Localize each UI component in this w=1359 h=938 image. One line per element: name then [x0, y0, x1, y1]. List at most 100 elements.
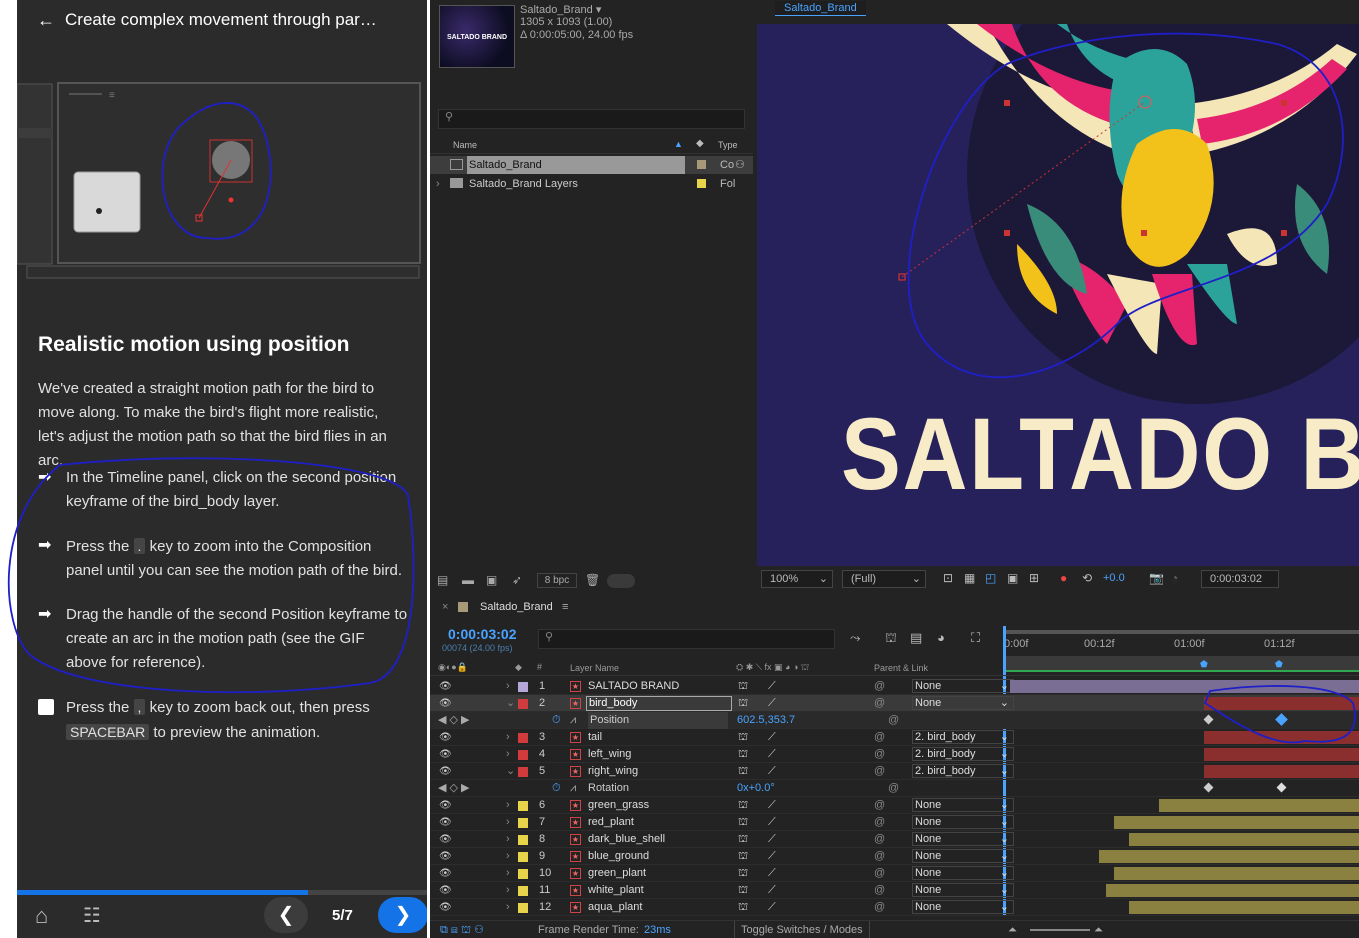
visibility-eye-icon[interactable]: 👁	[439, 678, 452, 695]
visibility-eye-icon[interactable]: 👁	[439, 899, 452, 916]
shy-switch-icon[interactable]: ⛫	[738, 865, 748, 882]
comp-flowchart-icon[interactable]: ⤳	[850, 630, 860, 646]
layer-name[interactable]: aqua_plant	[588, 899, 642, 916]
quality-switch-icon[interactable]: ⟋	[768, 729, 776, 746]
layer-name[interactable]: tail	[588, 729, 602, 746]
grid-icon[interactable]: ⊞	[1029, 571, 1039, 585]
current-time-field[interactable]: 0:00:03:02	[1201, 570, 1279, 588]
expand-icon[interactable]: ›	[506, 831, 510, 848]
graph-editor-icon[interactable]: ⛶	[971, 630, 980, 646]
toggle[interactable]	[607, 574, 635, 588]
label-color[interactable]	[518, 852, 528, 862]
pickwhip-icon[interactable]: @	[874, 814, 885, 831]
layer-duration-bar[interactable]	[1204, 765, 1359, 778]
project-item[interactable]: › Saltado_Brand Layers Fol	[430, 175, 753, 193]
property-value[interactable]: 602.5,353.7	[737, 712, 795, 729]
layer-name[interactable]: dark_blue_shell	[588, 831, 665, 848]
pickwhip-icon[interactable]: @	[874, 882, 885, 899]
pickwhip-icon[interactable]: @	[874, 899, 885, 916]
layer-name[interactable]: right_wing	[588, 763, 638, 780]
col-type[interactable]: Type	[718, 140, 738, 150]
label-color[interactable]	[518, 767, 528, 777]
parent-select[interactable]: None ⌄	[912, 815, 1014, 829]
parent-select[interactable]: 2. bird_body ⌄	[912, 747, 1014, 761]
layer-duration-bar[interactable]	[1114, 867, 1359, 880]
visibility-eye-icon[interactable]: 👁	[439, 814, 452, 831]
label-color[interactable]	[518, 835, 528, 845]
visibility-eye-icon[interactable]: 👁	[439, 882, 452, 899]
layer-row[interactable]: 👁 › 6 ★ green_grass ⛫ ⟋ @ None ⌄	[430, 797, 1359, 814]
label-color[interactable]	[518, 869, 528, 879]
layer-row[interactable]: 👁 › 11 ★ white_plant ⛫ ⟋ @ None ⌄	[430, 882, 1359, 899]
pickwhip-icon[interactable]: @	[874, 746, 885, 763]
pickwhip-icon[interactable]: @	[874, 763, 885, 780]
project-item[interactable]: Saltado_Brand Co ⚇	[430, 156, 753, 174]
stopwatch-icon[interactable]: ⏱	[552, 712, 561, 729]
bpc-button[interactable]: 8 bpc	[537, 573, 577, 588]
reset-exposure-icon[interactable]: ⟲	[1082, 571, 1092, 585]
motion-blur-icon[interactable]: ◕	[937, 630, 945, 645]
expand-icon[interactable]: ›	[506, 865, 510, 882]
pickwhip-icon[interactable]: @	[874, 797, 885, 814]
layer-row[interactable]: 👁 › 12 ★ aqua_plant ⛫ ⟋ @ None ⌄	[430, 899, 1359, 916]
shy-switch-icon[interactable]: ⛫	[738, 831, 748, 848]
zoom-slider[interactable]	[1030, 929, 1090, 931]
quality-switch-icon[interactable]: ⟋	[768, 882, 776, 899]
label-color[interactable]	[518, 903, 528, 913]
parent-select[interactable]: None ⌄	[912, 849, 1014, 863]
comp-name-label[interactable]: Saltado_Brand ▾	[520, 3, 601, 16]
keyframe[interactable]	[1203, 782, 1214, 793]
expand-icon[interactable]: ⌄	[506, 763, 515, 780]
layer-duration-bar[interactable]	[1129, 833, 1359, 846]
property-value[interactable]: 0x+0.0°	[737, 780, 775, 797]
layer-name[interactable]: blue_ground	[588, 848, 649, 865]
graph-icon[interactable]: ⩘	[570, 780, 576, 797]
quality-switch-icon[interactable]: ⟋	[768, 814, 776, 831]
stopwatch-icon[interactable]: ⏱	[552, 780, 561, 797]
layer-name[interactable]: green_grass	[588, 797, 649, 814]
parent-select[interactable]: 2. bird_body ⌄	[912, 764, 1014, 778]
render-icon[interactable]: ➶	[512, 573, 522, 587]
layer-name[interactable]: red_plant	[588, 814, 634, 831]
visibility-eye-icon[interactable]: 👁	[439, 831, 452, 848]
comp-canvas[interactable]: SALTADO BRA	[757, 24, 1359, 566]
keyframe-nav-icon[interactable]: ◀ ◇ ▶	[438, 712, 470, 729]
visibility-eye-icon[interactable]: 👁	[439, 865, 452, 882]
layer-name[interactable]: white_plant	[588, 882, 644, 899]
comp-tab[interactable]: Saltado_Brand	[775, 1, 866, 16]
pickwhip-icon[interactable]: @	[874, 848, 885, 865]
transparency-grid-icon[interactable]: ▦	[964, 571, 975, 585]
graph-icon[interactable]: ⩘	[570, 712, 576, 729]
label-color[interactable]	[518, 818, 528, 828]
quality-switch-icon[interactable]: ⟋	[768, 899, 776, 916]
layer-name[interactable]: left_wing	[588, 746, 631, 763]
exposure-value[interactable]: +0.0	[1103, 572, 1125, 584]
shy-switch-icon[interactable]: ⛫	[738, 746, 748, 763]
region-icon[interactable]: ⊡	[943, 571, 953, 585]
layer-name[interactable]: SALTADO BRAND	[588, 678, 679, 695]
layer-row[interactable]: 👁 › 7 ★ red_plant ⛫ ⟋ @ None ⌄	[430, 814, 1359, 831]
parent-select[interactable]: None ⌄	[912, 696, 1014, 710]
shy-switch-icon[interactable]: ⛫	[738, 848, 748, 865]
quality-switch-icon[interactable]: ⟋	[768, 678, 776, 695]
keyframe-nav-icon[interactable]: ◀ ◇ ▶	[438, 780, 470, 797]
quality-switch-icon[interactable]: ⟋	[768, 746, 776, 763]
expand-icon[interactable]: ›	[506, 899, 510, 916]
layer-row[interactable]: 👁 › 9 ★ blue_ground ⛫ ⟋ @ None ⌄	[430, 848, 1359, 865]
shy-switch-icon[interactable]: ⛫	[738, 882, 748, 899]
label-color[interactable]	[518, 733, 528, 743]
shy-switch-icon[interactable]: ⛫	[738, 899, 748, 916]
close-icon[interactable]: ×	[442, 596, 448, 618]
expand-icon[interactable]: ›	[506, 882, 510, 899]
timeline-tab[interactable]: Saltado_Brand	[480, 596, 553, 618]
layer-duration-bar[interactable]	[1099, 850, 1359, 863]
visibility-eye-icon[interactable]: 👁	[439, 797, 452, 814]
visibility-eye-icon[interactable]: 👁	[439, 729, 452, 746]
interpret-footage-icon[interactable]: ▤	[437, 573, 448, 587]
expand-icon[interactable]: ›	[506, 848, 510, 865]
new-comp-icon[interactable]: ▣	[486, 573, 497, 587]
layer-name[interactable]: bird_body	[586, 696, 732, 711]
layer-duration-bar[interactable]	[1129, 901, 1359, 914]
time-ruler[interactable]: 0:00f 00:12f 01:00f 01:12f ⬟ ⬟	[1004, 626, 1359, 672]
quality-switch-icon[interactable]: ⟋	[768, 763, 776, 780]
